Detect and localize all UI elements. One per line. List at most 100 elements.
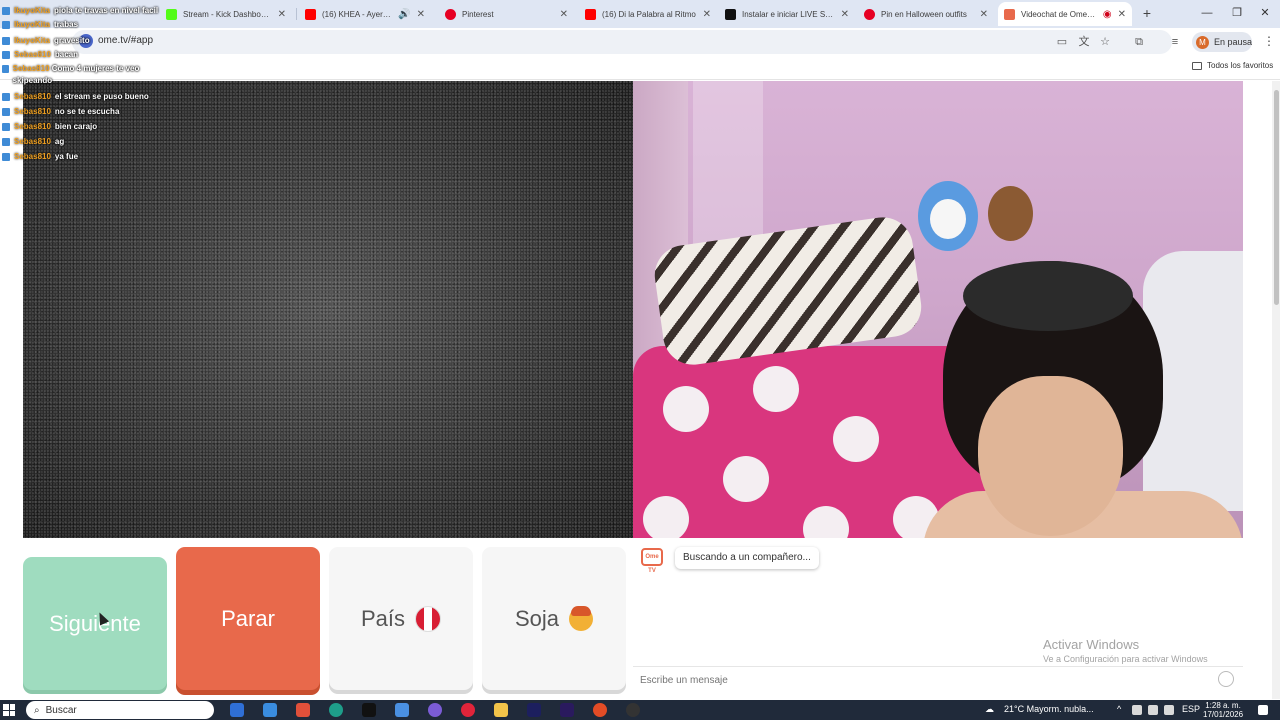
- folder-icon: [1192, 61, 1202, 70]
- taskbar-search-label: Buscar: [45, 704, 77, 716]
- mic-icon[interactable]: [1132, 705, 1142, 715]
- app-icon[interactable]: [428, 703, 442, 717]
- stop-button[interactable]: Parar: [176, 547, 320, 690]
- chat-user: Sebas810: [14, 152, 51, 161]
- app-icon[interactable]: [461, 703, 475, 717]
- list-item: IkuyoKita trabas: [2, 18, 78, 31]
- chat-message: trabas: [54, 20, 79, 29]
- chat-badge-icon: [2, 107, 10, 116]
- obs-icon[interactable]: [626, 703, 640, 717]
- new-tab-button[interactable]: +: [1139, 4, 1155, 22]
- video-teddy-bear: [988, 186, 1033, 241]
- close-icon[interactable]: ✕: [703, 9, 711, 20]
- video-plush-face: [930, 199, 966, 239]
- chat-badge-icon: [2, 122, 10, 131]
- chat-message: bacan: [54, 50, 79, 59]
- all-favorites-label: Todos los favoritos: [1207, 61, 1274, 70]
- scrollbar-thumb[interactable]: [1274, 90, 1279, 305]
- pinterest-icon: [445, 8, 456, 20]
- store-icon[interactable]: [395, 703, 409, 717]
- search-icon: ⌕: [34, 704, 40, 716]
- taskbar-search[interactable]: ⌕ Buscar: [26, 701, 214, 719]
- app-icon[interactable]: [263, 703, 277, 717]
- tab-youtube-khea[interactable]: (16) KHEA - Ayer Me 🔊 ✕: [299, 2, 431, 26]
- app-icon[interactable]: [296, 703, 310, 717]
- speaker-icon[interactable]: 🔊: [398, 9, 410, 20]
- profile-paused-button[interactable]: M En pausa: [1192, 32, 1252, 52]
- list-item: Sebas810 Como 4 mujeres te veo skipeando: [2, 63, 152, 85]
- list-item: Sebas810 ag: [2, 135, 64, 148]
- weather-icon[interactable]: ☁: [985, 704, 994, 715]
- after-effects-icon[interactable]: [527, 703, 541, 717]
- watermark-title: Activar Windows: [1043, 637, 1140, 652]
- gender-button[interactable]: Soja: [482, 547, 626, 690]
- translate-icon[interactable]: 文: [1077, 35, 1091, 49]
- maximize-button[interactable]: ❐: [1222, 4, 1252, 22]
- media-control-icon[interactable]: ≡: [1168, 35, 1182, 49]
- all-favorites[interactable]: Todos los favoritos: [1192, 61, 1273, 70]
- window-close-button[interactable]: ✕: [1250, 4, 1280, 22]
- list-item: IkuyoKita piola te travas en nivel facil: [2, 4, 158, 17]
- premiere-icon[interactable]: [560, 703, 574, 717]
- taskbar-clock[interactable]: 1:28 a. m. 17/01/2026: [1203, 701, 1243, 719]
- chat-user: Sebas810: [14, 50, 51, 59]
- next-button[interactable]: Siguiente: [23, 557, 167, 690]
- close-icon[interactable]: ✕: [980, 9, 988, 20]
- tab-title: (16) Di la Palabra al Ritmo: [602, 9, 696, 19]
- edge-icon[interactable]: [329, 703, 343, 717]
- chat-message: no se te escucha: [54, 107, 120, 116]
- address-bar[interactable]: [72, 30, 1172, 54]
- tab-kick[interactable]: Stream - Kick Dashboard ✕: [160, 2, 292, 26]
- emoji-icon[interactable]: [1218, 671, 1234, 687]
- minimize-button[interactable]: —: [1192, 4, 1222, 22]
- url-text[interactable]: ome.tv/#app: [98, 35, 153, 46]
- chrome-icon[interactable]: [593, 703, 607, 717]
- chat-user: Sebas810: [14, 122, 51, 131]
- tab-pinterest[interactable]: Pinterest ✕: [439, 2, 574, 26]
- browser-menu-icon[interactable]: ⋮: [1263, 34, 1275, 48]
- close-icon[interactable]: ✕: [560, 9, 568, 20]
- pinterest-icon: [864, 8, 875, 20]
- message-input[interactable]: [640, 672, 1200, 688]
- close-icon[interactable]: ✕: [417, 9, 425, 20]
- volume-icon[interactable]: [1148, 705, 1158, 715]
- tab-title: Videochat de OmeTV: [1021, 9, 1097, 19]
- country-button[interactable]: País: [329, 547, 473, 690]
- boy-emoji-icon: [569, 605, 594, 631]
- close-icon[interactable]: ✕: [278, 9, 286, 20]
- bookmark-star-icon[interactable]: ☆: [1098, 35, 1112, 49]
- status-message: Buscando a un compañero...: [675, 547, 819, 569]
- language-indicator[interactable]: ESP: [1182, 704, 1200, 714]
- close-icon[interactable]: ✕: [1118, 9, 1126, 20]
- youtube-icon: [305, 8, 316, 20]
- chat-user: IkuyoKita: [14, 20, 51, 29]
- tab-youtube-palabra[interactable]: (16) Di la Palabra al Ritmo ✕: [579, 2, 717, 26]
- extensions-icon[interactable]: ⧉: [1132, 35, 1146, 49]
- chat-user: Sebas810: [14, 137, 51, 146]
- file-explorer-icon[interactable]: [494, 703, 508, 717]
- cast-icon[interactable]: ▭: [1055, 35, 1069, 49]
- app-icon[interactable]: [230, 703, 244, 717]
- tab-tiktok-live[interactable]: Instalar e iniciar LIVE Stud ✕: [719, 2, 855, 26]
- chat-user: IkuyoKita: [14, 6, 51, 15]
- windows-start-icon[interactable]: [3, 704, 15, 716]
- recording-icon: ◉: [1102, 8, 1112, 20]
- ometv-icon: [1004, 8, 1015, 20]
- chat-user: Sebas810: [12, 64, 50, 73]
- tab-separator: [296, 8, 297, 20]
- chevron-up-icon[interactable]: ^: [1117, 704, 1121, 714]
- chat-message: gravesito: [54, 36, 90, 45]
- paused-label: En pausa: [1213, 37, 1253, 47]
- chat-message: piola te travas en nivel facil: [54, 6, 159, 15]
- tab-ometv[interactable]: Videochat de OmeTV ◉ ✕: [998, 2, 1132, 26]
- bookmarks-bar: [0, 56, 1280, 80]
- tab-title: (16) KHEA - Ayer Me: [322, 9, 393, 19]
- avatar: M: [1196, 35, 1209, 49]
- notifications-icon[interactable]: [1258, 705, 1268, 715]
- weather-text[interactable]: 21°C Mayorm. nubla...: [1004, 704, 1094, 714]
- close-icon[interactable]: ✕: [841, 9, 849, 20]
- chat-message: ag: [54, 137, 65, 146]
- tab-pinterest-halloween[interactable]: Pin en Halloween outfits ✕: [858, 2, 994, 26]
- network-icon[interactable]: [1164, 705, 1174, 715]
- tiktok-icon[interactable]: [362, 703, 376, 717]
